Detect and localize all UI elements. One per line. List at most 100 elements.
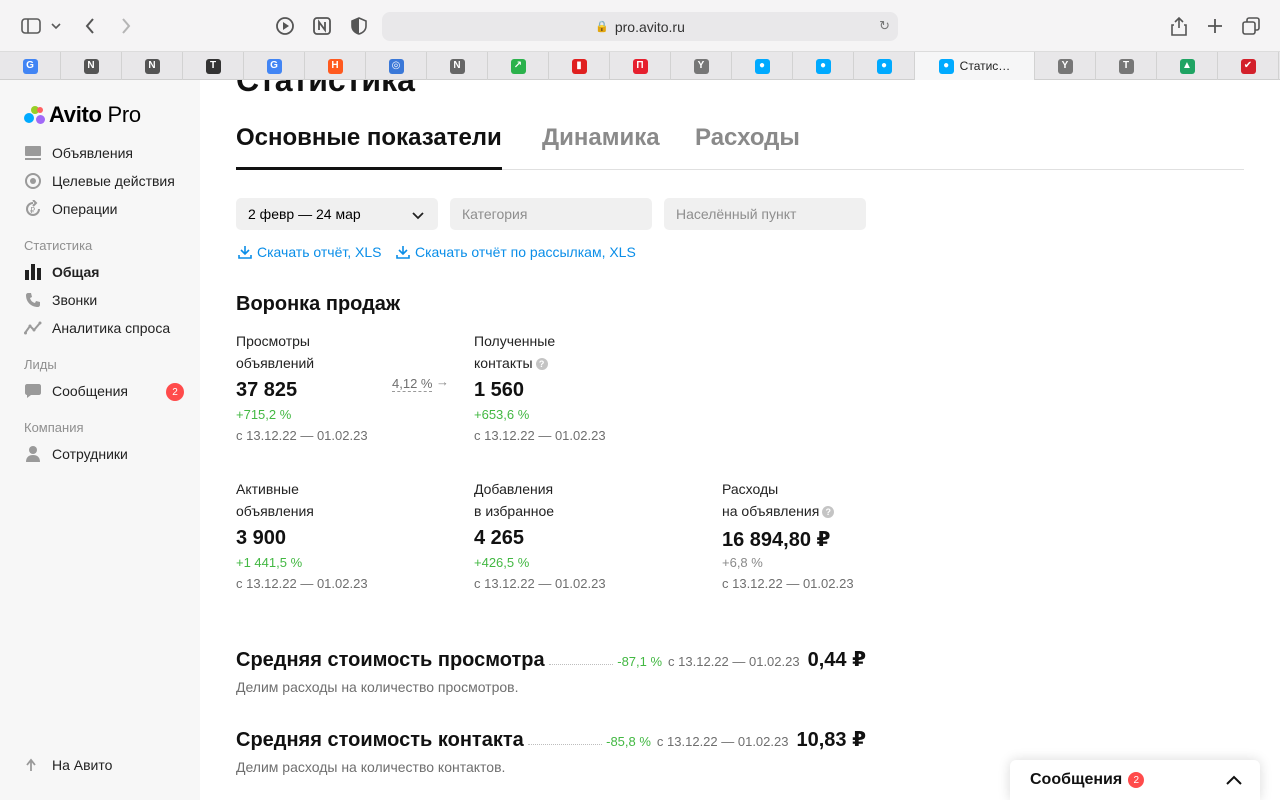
browser-tab[interactable]: ▮ xyxy=(549,52,610,80)
metric-label: объявления xyxy=(236,503,314,519)
sidebar-item-label: Сотрудники xyxy=(52,446,128,462)
city-select[interactable]: Населённый пункт xyxy=(664,198,866,230)
browser-tab[interactable]: G xyxy=(244,52,305,80)
sidebar-item-messages[interactable]: Сообщения xyxy=(24,382,128,400)
conversion-rate[interactable]: 4,12 % xyxy=(392,376,433,392)
y-gray-icon: Y xyxy=(1057,58,1073,74)
share-icon[interactable] xyxy=(1168,12,1190,40)
browser-tab[interactable]: ● xyxy=(854,52,915,80)
reload-icon[interactable]: ↻ xyxy=(879,18,890,34)
sidebar-item-operations[interactable]: ₽ Операции xyxy=(24,200,118,218)
forward-icon[interactable] xyxy=(116,12,136,40)
cost-delta: -87,1 % xyxy=(617,654,663,669)
extension-play-icon[interactable] xyxy=(274,12,296,40)
metric-label: Расходы xyxy=(722,481,779,497)
sidebar-item-general[interactable]: Общая xyxy=(24,263,99,281)
sidebar-item-listings[interactable]: Объявления xyxy=(24,144,133,162)
browser-tab[interactable]: ● xyxy=(793,52,854,80)
sidebar-item-label: Общая xyxy=(52,264,100,280)
back-to-avito-link[interactable]: На Авито xyxy=(24,756,112,774)
browser-tab[interactable]: П xyxy=(610,52,671,80)
trend-icon: ↗ xyxy=(510,58,526,74)
date-range-select[interactable]: 2 февр — 24 мар xyxy=(236,198,438,230)
help-icon[interactable]: ? xyxy=(535,358,548,371)
tab-overview-icon[interactable] xyxy=(1240,12,1262,40)
operations-icon: ₽ xyxy=(24,200,42,218)
browser-tab-strip: G N N T G H ◎ N ↗ ▮ П Y ● ● ● ● Статис… Y T ▲ ✔ xyxy=(0,52,1280,80)
avito-logo-icon xyxy=(24,104,46,126)
address-bar[interactable]: 🔒 pro.avito.ru ↻ xyxy=(382,12,898,41)
stats-tabs: Основные показатели Динамика Расходы xyxy=(236,124,1244,170)
dotted-leader xyxy=(548,663,614,665)
t-gray-icon: T xyxy=(1118,58,1134,74)
browser-tab[interactable]: T xyxy=(183,52,244,80)
sidebar-item-label: Аналитика спроса xyxy=(52,320,171,336)
sidebar-item-label: Объявления xyxy=(52,145,133,161)
browser-tab[interactable]: Y xyxy=(1035,52,1096,80)
lock-icon: 🔒 xyxy=(595,21,609,33)
checkmark-icon: ✔ xyxy=(1240,58,1256,74)
browser-tab[interactable]: ▲ xyxy=(1157,52,1218,80)
tab-dynamics[interactable]: Динамика xyxy=(542,124,660,170)
sidebar-item-demand-analytics[interactable]: Аналитика спроса xyxy=(24,319,170,337)
category-select[interactable]: Категория xyxy=(450,198,652,230)
logo-text-light: Pro xyxy=(101,102,141,127)
browser-tab-active[interactable]: ● Статис… xyxy=(915,52,1035,80)
chevron-down-icon[interactable] xyxy=(48,12,64,40)
metric-favorites: Добавления в избранное 4 265 +426,5 % с … xyxy=(474,478,704,591)
tab-main-indicators[interactable]: Основные показатели xyxy=(236,124,502,170)
metric-label: Просмотры xyxy=(236,333,310,349)
metric-period: с 13.12.22 — 01.02.23 xyxy=(236,576,368,591)
download-report-label: Скачать отчёт, XLS xyxy=(257,244,382,260)
sales-funnel-title: Воронка продаж xyxy=(236,293,401,315)
metric-delta: +653,6 % xyxy=(474,407,530,422)
sidebar-section-statistics: Статистика xyxy=(24,238,93,253)
sidebar-item-calls[interactable]: Звонки xyxy=(24,291,97,309)
help-icon[interactable]: ? xyxy=(822,506,835,519)
metric-label: Полученные xyxy=(474,333,556,349)
y-gray-icon: Y xyxy=(693,58,709,74)
metric-label: Активные xyxy=(236,481,299,497)
browser-tab[interactable]: N xyxy=(122,52,183,80)
sidebar-item-label: Целевые действия xyxy=(52,173,175,189)
browser-tab[interactable]: T xyxy=(1096,52,1157,80)
sidebar-item-target-actions[interactable]: Целевые действия xyxy=(24,172,175,190)
shield-icon[interactable] xyxy=(348,12,370,40)
avg-view-cost-row: Средняя стоимость просмотра -87,1 % с 13… xyxy=(236,647,866,673)
cost-value: 10,83 ₽ xyxy=(796,729,866,751)
browser-tab[interactable]: G xyxy=(0,52,61,80)
target-icon xyxy=(24,172,42,190)
active-tab-title: Статис… xyxy=(959,59,1011,73)
browser-tab[interactable]: ↗ xyxy=(488,52,549,80)
avito-icon: ● xyxy=(876,58,892,74)
download-report-link[interactable]: Скачать отчёт, XLS xyxy=(238,244,381,260)
back-icon[interactable] xyxy=(80,12,100,40)
bar-chart-icon xyxy=(24,263,42,281)
download-mailing-report-link[interactable]: Скачать отчёт по рассылкам, XLS xyxy=(396,244,636,260)
sidebar-toggle-icon[interactable] xyxy=(18,12,44,40)
drive-icon: ▲ xyxy=(1179,58,1195,74)
metric-period: с 13.12.22 — 01.02.23 xyxy=(474,576,606,591)
avito-pro-logo[interactable]: Avito Pro xyxy=(24,102,141,128)
google-icon: G xyxy=(266,58,282,74)
messages-widget[interactable]: Сообщения 2 xyxy=(1010,760,1260,800)
metric-delta: +6,8 % xyxy=(722,555,763,570)
notion-like-icon: N xyxy=(83,58,99,74)
browser-tab[interactable]: ● xyxy=(732,52,793,80)
chat-icon xyxy=(24,382,42,400)
metric-period: с 13.12.22 — 01.02.23 xyxy=(722,576,854,591)
browser-tab[interactable]: Y xyxy=(671,52,732,80)
browser-tab[interactable]: ✔ xyxy=(1218,52,1279,80)
browser-tab[interactable]: N xyxy=(427,52,488,80)
sidebar-item-employees[interactable]: Сотрудники xyxy=(24,445,128,463)
browser-tab[interactable]: N xyxy=(61,52,122,80)
cost-note: Делим расходы на количество контактов. xyxy=(236,759,506,775)
metric-expenses: Расходы на объявления? 16 894,80 ₽ +6,8 … xyxy=(722,478,952,591)
chevron-up-icon[interactable] xyxy=(1226,772,1242,790)
notion-extension-icon[interactable] xyxy=(311,12,333,40)
new-tab-icon[interactable] xyxy=(1204,12,1226,40)
tab-expenses[interactable]: Расходы xyxy=(695,124,800,170)
browser-tab[interactable]: ◎ xyxy=(366,52,427,80)
download-icon xyxy=(238,246,252,259)
browser-tab[interactable]: H xyxy=(305,52,366,80)
